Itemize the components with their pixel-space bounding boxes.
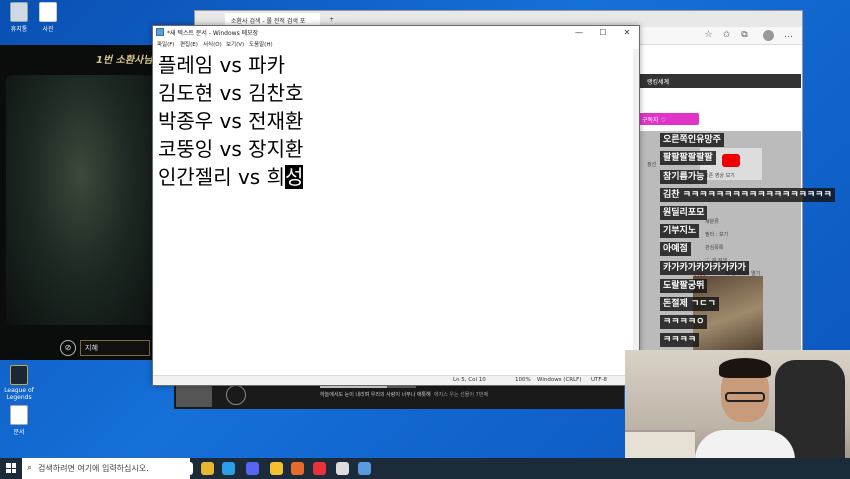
play-pause-button[interactable] bbox=[226, 385, 246, 405]
encoding: UTF-8 bbox=[591, 377, 608, 383]
taskbar-search-placeholder: 검색하려면 여기에 입력하십시오. bbox=[38, 464, 149, 473]
more-icon[interactable]: … bbox=[783, 30, 794, 41]
notepad-statusbar: Ln 5, Col 10 100% Windows (CRLF) UTF-8 bbox=[153, 375, 639, 385]
start-button[interactable] bbox=[0, 458, 22, 479]
game-client-window: 1번 소환사님의 bbox=[0, 45, 160, 360]
edge-icon[interactable] bbox=[222, 462, 235, 475]
search-icon: ⌕ bbox=[27, 463, 33, 473]
chat-message: ㅋㅋㅋㅋ bbox=[660, 333, 700, 347]
desktop-icon-lol[interactable]: League of Legends bbox=[0, 365, 38, 401]
star-icon[interactable]: ☆ bbox=[703, 30, 714, 41]
chat-message: 참기름가능 bbox=[660, 170, 708, 184]
menu-help[interactable]: 도움말(H) bbox=[249, 40, 273, 48]
menu-view[interactable]: 보기(V) bbox=[226, 40, 244, 48]
text-line: 박종우 vs 전재환 bbox=[158, 109, 304, 133]
mini-label: 정선 bbox=[647, 162, 657, 168]
line-ending: Windows (CRLF) bbox=[537, 377, 582, 383]
text-line: 플레임 vs 파카 bbox=[158, 53, 285, 77]
chrome-icon[interactable] bbox=[201, 462, 214, 475]
chat-message: ㅋㅋㅋㅋㅇ bbox=[660, 315, 708, 329]
game-search-input[interactable]: 지혜 bbox=[80, 340, 150, 356]
favorites-icon[interactable]: ✩ bbox=[721, 30, 732, 41]
site-header: 랭킹세계 bbox=[639, 74, 801, 88]
menu-format[interactable]: 서식(O) bbox=[203, 40, 222, 48]
document-icon bbox=[10, 405, 28, 425]
player-progress-bar[interactable] bbox=[320, 386, 416, 388]
webcam-person-glasses bbox=[725, 392, 765, 402]
maximize-button[interactable]: ☐ bbox=[591, 26, 615, 39]
notepad-text-area[interactable]: 플레임 vs 파카 김도현 vs 김찬호 박종우 vs 전재환 코뚱잉 vs 장… bbox=[153, 49, 633, 371]
chat-message: 아예점 bbox=[660, 242, 691, 256]
desktop-icon-label: 문서 bbox=[13, 429, 25, 436]
player-title: 하늘에서도 눈이 내리며 우리의 사랑이 너무나 애틋해 bbox=[320, 392, 431, 398]
avatar[interactable] bbox=[763, 30, 774, 41]
chat-message: 팔팔팔팔팔팔 bbox=[660, 151, 716, 165]
desktop-icon-label: 휴지통 bbox=[10, 26, 28, 33]
chat-message: 도랄팔궁뛰 bbox=[660, 279, 708, 293]
recycle-bin-icon bbox=[10, 2, 28, 22]
app-shortcut-icon bbox=[10, 365, 28, 385]
notepad-icon bbox=[156, 28, 164, 36]
collections-icon[interactable]: ⧉ bbox=[739, 30, 750, 41]
chat-message: 오른쪽인유망주 bbox=[660, 133, 724, 147]
text-line-before-selection: 인간젤리 vs 희 bbox=[158, 165, 285, 189]
taskbar-search-box[interactable]: ⌕ 검색하려면 여기에 입력하십시오. bbox=[22, 458, 190, 479]
cursor-position: Ln 5, Col 10 bbox=[453, 377, 486, 383]
game-search-button[interactable]: ⊘ bbox=[60, 340, 76, 356]
minimize-button[interactable]: — bbox=[567, 26, 591, 39]
app-blue-icon[interactable] bbox=[358, 462, 371, 475]
app-red-icon[interactable] bbox=[313, 462, 326, 475]
notepad-title: *새 텍스트 문서 - Windows 메모장 bbox=[167, 30, 259, 37]
webcam-person-hair bbox=[719, 358, 771, 378]
notepad-menubar: 파일(F) 편집(E) 서식(O) 보기(V) 도움말(H) bbox=[153, 39, 639, 49]
desktop-icon-label: League of Legends bbox=[4, 387, 34, 401]
taskbar: ⌕ 검색하려면 여기에 입력하십시오. bbox=[0, 458, 850, 479]
game-map bbox=[6, 75, 156, 325]
stream-chat-overlay: 오른쪽인유망주 팔팔팔팔팔팔 참기름가능 김찬 ㅋㅋㅋㅋㅋㅋㅋㅋㅋㅋㅋㅋㅋㅋㅋㅋ… bbox=[660, 131, 850, 351]
obs-icon[interactable] bbox=[336, 462, 349, 475]
chat-message: 원딜리포모 bbox=[660, 206, 708, 220]
desktop-icon-label: 사진 bbox=[42, 26, 54, 33]
desktop-icon-document[interactable]: 문서 bbox=[0, 405, 38, 436]
desktop-icon-image[interactable]: 사진 bbox=[29, 2, 67, 33]
chat-message: 기부지노 bbox=[660, 224, 700, 238]
text-line: 코뚱잉 vs 장지환 bbox=[158, 137, 304, 161]
text-line-current: 인간젤리 vs 희성 bbox=[158, 163, 628, 191]
menu-file[interactable]: 파일(F) bbox=[157, 40, 175, 48]
player-subtitle: 에지스 우는 선물이 7번째 bbox=[434, 392, 488, 398]
windows-logo-icon bbox=[6, 463, 16, 473]
app-orange-icon[interactable] bbox=[291, 462, 304, 475]
game-title: 1번 소환사님의 bbox=[96, 55, 160, 66]
vertical-scrollbar[interactable] bbox=[633, 49, 639, 371]
zoom-level: 100% bbox=[515, 377, 531, 383]
chat-message: 돈절제 ㄱㄷㄱ bbox=[660, 297, 719, 311]
close-button[interactable]: ✕ bbox=[615, 26, 639, 39]
menu-edit[interactable]: 편집(E) bbox=[180, 40, 198, 48]
chat-message: 김찬 ㅋㅋㅋㅋㅋㅋㅋㅋㅋㅋㅋㅋㅋㅋㅋㅋㅋㅋ bbox=[660, 188, 835, 202]
chat-message: 카가카가카가카가카가 bbox=[660, 261, 749, 275]
text-line: 김도현 vs 김찬호 bbox=[158, 81, 304, 105]
selected-text: 성 bbox=[284, 165, 304, 189]
files-icon[interactable] bbox=[270, 462, 283, 475]
subscribe-badge[interactable]: 구독자 ♡ bbox=[639, 113, 699, 125]
image-file-icon bbox=[39, 2, 57, 22]
task-view-icon[interactable] bbox=[180, 462, 193, 475]
player-thumbnail bbox=[176, 383, 212, 407]
notepad-titlebar[interactable]: *새 텍스트 문서 - Windows 메모장 — ☐ ✕ bbox=[153, 26, 639, 39]
discord-icon[interactable] bbox=[246, 462, 259, 475]
notepad-window: *새 텍스트 문서 - Windows 메모장 — ☐ ✕ 파일(F) 편집(E… bbox=[152, 25, 640, 386]
